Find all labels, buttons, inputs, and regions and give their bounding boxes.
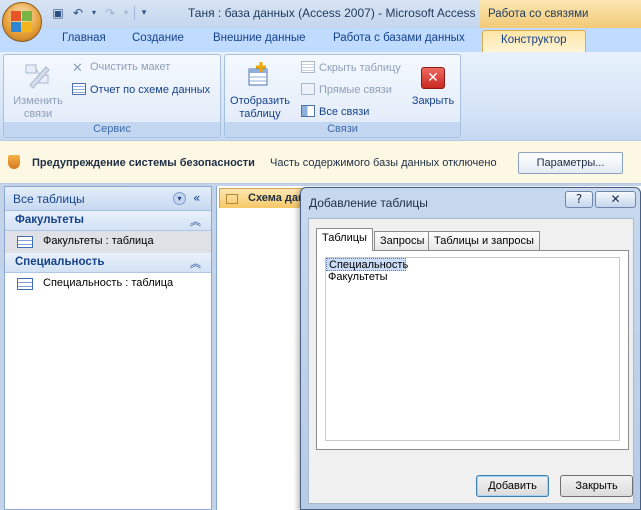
add-table-dialog: Добавление таблицы ? ✕ Таблицы Запросы Т… [300,187,641,510]
office-logo-icon [11,11,33,33]
show-table-icon [248,62,268,86]
hide-table-button[interactable]: Скрыть таблицу [301,61,401,74]
all-links-label: Все связи [319,106,370,118]
tab-database-tools[interactable]: Работа с базами данных [333,32,465,44]
undo-icon[interactable]: ↶ [70,6,86,20]
save-icon[interactable]: ▣ [50,6,66,20]
nav-pane-title: Все таблицы [13,192,85,206]
list-item[interactable]: Специальность [326,258,408,271]
security-warning-message: Часть содержимого базы данных отключено [270,157,497,169]
show-table-line1: Отобразить [230,95,290,107]
navigation-pane: Все таблицы ▾ « Факультеты ︽ Факультеты … [4,186,212,510]
direct-links-icon [301,83,315,95]
nav-group-specialty[interactable]: Специальность ︽ [5,253,211,273]
quick-access-toolbar: ▣ ↶ ▾ ↷ ▾ ▾ [50,6,149,20]
close-icon[interactable]: ✕ [595,191,636,208]
list-item-label: Специальность : таблица [43,277,174,289]
security-warning-title: Предупреждение системы безопасности [32,157,255,169]
report-label: Отчет по схеме данных [90,84,211,96]
group-service: Изменить связи ✕ Очистить макет Отчет по … [3,54,221,138]
add-button[interactable]: Добавить [476,475,549,497]
dialog-title: Добавление таблицы [309,196,428,210]
clear-layout-label: Очистить макет [90,61,171,73]
tab-panel: Специальность Факультеты [316,250,629,450]
tab-external-data[interactable]: Внешние данные [213,32,305,44]
office-button[interactable] [2,2,42,42]
list-item[interactable]: Факультеты : таблица [5,231,211,253]
group-links: Отобразить таблицу Скрыть таблицу Прямые… [224,54,461,138]
help-icon[interactable]: ? [565,191,593,208]
all-links-icon [301,105,315,117]
undo-dropdown-icon[interactable]: ▾ [90,6,98,20]
close-ribbon-label: Закрыть [411,95,455,107]
nav-group-faculties[interactable]: Факультеты ︽ [5,211,211,231]
collapse-pane-icon[interactable]: « [193,191,200,205]
tab-tables[interactable]: Таблицы [316,228,373,251]
customize-qat-icon[interactable]: ▾ [139,6,149,20]
list-item[interactable]: Факультеты [326,271,619,284]
tab-home[interactable]: Главная [62,32,106,44]
group-service-label: Сервис [4,122,220,137]
all-links-button[interactable]: Все связи [301,105,369,118]
security-warning-bar: Предупреждение системы безопасности Част… [0,140,641,184]
list-item[interactable]: Специальность : таблица [5,273,211,295]
group-links-label: Связи [225,122,460,137]
show-table-line2: таблицу [239,108,281,120]
tab-queries[interactable]: Запросы [374,231,431,250]
redo-icon[interactable]: ↷ [102,6,118,20]
title-bar: ▣ ↶ ▾ ↷ ▾ ▾ Таня : база данных (Access 2… [0,0,641,28]
shield-icon [8,155,20,169]
close-button[interactable]: Закрыть [560,475,633,497]
qat-separator [134,6,135,20]
nav-group-title: Специальность [15,256,105,268]
ribbon-tabs: Главная Создание Внешние данные Работа с… [0,28,641,54]
table-list[interactable]: Специальность Факультеты [325,257,620,441]
options-button[interactable]: Параметры... [518,152,623,174]
tab-tables-and-queries[interactable]: Таблицы и запросы [428,231,540,250]
relationship-report-button[interactable]: Отчет по схеме данных [72,83,210,96]
dialog-body: Таблицы Запросы Таблицы и запросы Специа… [308,218,634,504]
direct-links-button[interactable]: Прямые связи [301,83,392,96]
edit-links-line2: связи [23,108,53,120]
context-tab-header: Работа со связями [480,0,588,28]
tab-design[interactable]: Конструктор [482,30,586,54]
ribbon: Изменить связи ✕ Очистить макет Отчет по … [0,52,641,140]
hide-table-icon [301,61,315,73]
hide-table-label: Скрыть таблицу [319,62,401,74]
edit-links-line1: Изменить [13,95,63,107]
chevron-down-icon[interactable]: ▾ [173,192,186,205]
window-title: Таня : база данных (Access 2007) - Micro… [188,6,476,20]
edit-links-button[interactable]: Изменить связи [8,95,68,121]
context-tab-header-ext [588,0,641,28]
clear-layout-button[interactable]: ✕ Очистить макет [72,61,170,74]
chevron-up-icon[interactable]: ︽ [190,255,201,271]
direct-links-label: Прямые связи [319,84,392,96]
table-icon [17,236,33,248]
report-icon [72,83,86,95]
tab-create[interactable]: Создание [132,32,184,44]
nav-group-title: Факультеты [15,214,84,226]
close-red-icon: ✕ [421,67,445,89]
redo-dropdown-icon[interactable]: ▾ [122,6,130,20]
chevron-up-icon[interactable]: ︽ [190,213,201,229]
table-icon [17,278,33,290]
relationships-icon [226,194,238,204]
show-table-button[interactable]: Отобразить таблицу [227,95,293,121]
nav-pane-header[interactable]: Все таблицы ▾ « [5,187,211,211]
list-item-label: Факультеты : таблица [43,235,154,247]
clear-layout-icon: ✕ [72,60,83,75]
edit-links-icon [25,64,50,89]
